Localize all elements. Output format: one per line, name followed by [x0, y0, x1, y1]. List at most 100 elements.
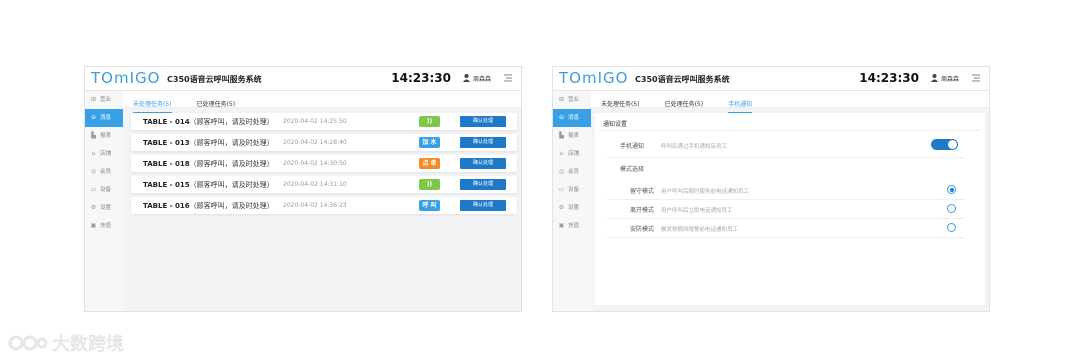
phone-notify-desc: 呼叫后通过手机通知店员工 — [661, 143, 728, 150]
recharge-icon: ▣ — [558, 222, 565, 229]
table-number: TABLE - 013 — [143, 139, 190, 147]
sidebar-item-settings[interactable]: ⚙ 设置 — [553, 199, 591, 217]
toggle-knob — [948, 140, 957, 149]
table-number: TABLE - 015 — [143, 181, 190, 189]
phone-notify-toggle[interactable] — [931, 139, 958, 150]
sidebar-item-store[interactable]: ⌂ 店铺 — [553, 145, 591, 163]
mode-desc-security: 触发物联网报警前电话通知员工 — [661, 226, 739, 233]
table-number: TABLE - 018 — [143, 160, 190, 168]
app-title: C350语音云呼叫服务系统 — [635, 75, 730, 84]
top-bar: TOmIGO C350语音云呼叫服务系统 14:23:30 周森森 — [85, 67, 521, 91]
task-row: TABLE - 016（顾客呼叫，请及时处理） 2020-04-02 14:36… — [131, 197, 517, 214]
sidebar-item-report[interactable]: ▙ 报表 — [553, 127, 591, 145]
sidebar-item-label: 充值 — [568, 223, 580, 229]
confirm-button[interactable]: 确认处理 — [460, 116, 506, 127]
sidebar-item-label: 设置 — [100, 205, 112, 211]
sidebar-item-label: 会员 — [100, 169, 112, 175]
confirm-button[interactable]: 确认处理 — [460, 200, 506, 211]
sidebar-item-device[interactable]: ▭ 设备 — [553, 181, 591, 199]
sidebar-item-business[interactable]: ⊞ 营业 — [85, 91, 123, 109]
task-time: 2020-04-02 14:25:50 — [283, 118, 347, 125]
message-task-screen: TOmIGO C350语音云呼叫服务系统 14:23:30 周森森 ⊞ 营业 ⊖ 消… — [84, 66, 522, 312]
divider — [607, 199, 965, 200]
request-type-badge: 点 单 — [419, 158, 440, 169]
sidebar-item-message[interactable]: ⊖ 消息 — [85, 109, 123, 127]
divider — [607, 157, 965, 158]
table-number: TABLE - 016 — [143, 202, 190, 210]
device-icon: ▭ — [558, 186, 565, 193]
sidebar-item-member[interactable]: ◎ 会员 — [85, 163, 123, 181]
tab-phone-notify[interactable]: 手机通知 — [728, 96, 753, 113]
menu-icon[interactable] — [971, 73, 981, 83]
confirm-button[interactable]: 确认处理 — [460, 158, 506, 169]
sidebar-item-label: 充值 — [100, 223, 112, 229]
sidebar-item-member[interactable]: ◎ 会员 — [553, 163, 591, 181]
user-name: 周森森 — [472, 76, 491, 83]
chart-icon: ▙ — [91, 132, 96, 139]
grid-icon: ⊞ — [558, 96, 565, 103]
mode-desc-stay: 用户呼叫后随时服务前电话通知员工 — [661, 188, 750, 195]
member-icon: ◎ — [558, 168, 565, 175]
settings-icon: ⚙ — [558, 204, 565, 211]
sidebar-item-settings[interactable]: ⚙ 设置 — [85, 199, 123, 217]
divider — [607, 237, 965, 238]
divider — [607, 218, 965, 219]
brand-logo: TOmIGO — [91, 69, 161, 87]
sidebar-item-report[interactable]: ▙ 报表 — [85, 127, 123, 145]
task-time: 2020-04-02 14:28:40 — [283, 139, 347, 146]
sidebar-item-label: 设置 — [568, 205, 580, 211]
sidebar-item-label: 设备 — [100, 187, 112, 193]
mode-desc-away: 用户呼叫后立即电话通知员工 — [661, 207, 733, 214]
sidebar-item-device[interactable]: ▭ 设备 — [85, 181, 123, 199]
brand-logo: TOmIGO — [559, 69, 629, 87]
mode-label-stay: 留守模式 — [630, 188, 655, 195]
user-icon — [930, 74, 938, 82]
sidebar-item-label: 营业 — [568, 97, 580, 103]
user-icon — [462, 74, 470, 82]
tab-processed[interactable]: 已处理任务(5) — [665, 96, 704, 113]
user-name: 周森森 — [940, 76, 959, 83]
main-content: 未处理任务(5) 已处理任务(5) TABLE - 014（顾客呼叫，请及时处理… — [123, 91, 521, 311]
device-icon: ▭ — [90, 186, 97, 193]
task-message: （顾客呼叫，请及时处理） — [189, 139, 274, 147]
user-profile[interactable]: 周森森 — [462, 74, 491, 83]
task-message: （顾客呼叫，请及时处理） — [189, 202, 274, 210]
mode-radio-security[interactable] — [947, 223, 956, 232]
sidebar: ⊞ 营业 ⊖ 消息 ▙ 报表 ⌂ 店铺 ◎ 会员 ▭ 设备 ⚙ 设置 ▣ 充值 — [85, 91, 123, 311]
menu-icon[interactable] — [503, 73, 513, 83]
mode-label-security: 安防模式 — [630, 226, 655, 233]
sidebar-item-label: 设备 — [568, 187, 580, 193]
sidebar-item-label: 店铺 — [568, 151, 580, 157]
section-title: 通知设置 — [603, 121, 628, 128]
mode-label-away: 离开模式 — [630, 207, 655, 214]
task-time: 2020-04-02 14:30:50 — [283, 160, 347, 167]
sidebar-item-label: 店铺 — [100, 151, 112, 157]
task-message: （顾客呼叫，请及时处理） — [189, 118, 274, 126]
divider — [599, 130, 981, 131]
request-type-badge: 加 水 — [419, 137, 440, 148]
tab-processed[interactable]: 已处理任务(5) — [197, 96, 236, 113]
recharge-icon: ▣ — [90, 222, 97, 229]
notification-settings-panel: 通知设置 手机通知 呼叫后通过手机通知店员工 模式选择 留守模式 用户呼叫后随时… — [595, 113, 985, 305]
sidebar-item-business[interactable]: ⊞ 营业 — [553, 91, 591, 109]
settings-icon: ⚙ — [90, 204, 97, 211]
store-icon: ⌂ — [559, 150, 564, 157]
confirm-button[interactable]: 确认处理 — [460, 137, 506, 148]
confirm-button[interactable]: 确认处理 — [460, 179, 506, 190]
sidebar-item-store[interactable]: ⌂ 店铺 — [85, 145, 123, 163]
sidebar-item-recharge[interactable]: ▣ 充值 — [85, 217, 123, 235]
tab-pending[interactable]: 未处理任务(5) — [601, 96, 640, 113]
notification-settings-screen: TOmIGO C350语音云呼叫服务系统 14:23:30 周森森 ⊞ 营业 ⊖ 消… — [552, 66, 990, 312]
task-time: 2020-04-02 14:36:23 — [283, 202, 347, 209]
sidebar-item-message[interactable]: ⊖ 消息 — [553, 109, 591, 127]
mode-radio-stay[interactable] — [947, 185, 956, 194]
user-profile[interactable]: 周森森 — [930, 74, 959, 83]
task-row: TABLE - 015（顾客呼叫，请及时处理） 2020-04-02 14:31… — [131, 176, 517, 193]
tab-pending[interactable]: 未处理任务(5) — [133, 96, 172, 113]
sidebar-item-recharge[interactable]: ▣ 充值 — [553, 217, 591, 235]
main-content: 未处理任务(5) 已处理任务(5) 手机通知 通知设置 手机通知 呼叫后通过手机… — [591, 91, 989, 311]
member-icon: ◎ — [90, 168, 97, 175]
task-tabs: 未处理任务(5) 已处理任务(5) 手机通知 — [591, 91, 989, 113]
app-title: C350语音云呼叫服务系统 — [167, 75, 262, 84]
mode-radio-away[interactable] — [947, 204, 956, 213]
